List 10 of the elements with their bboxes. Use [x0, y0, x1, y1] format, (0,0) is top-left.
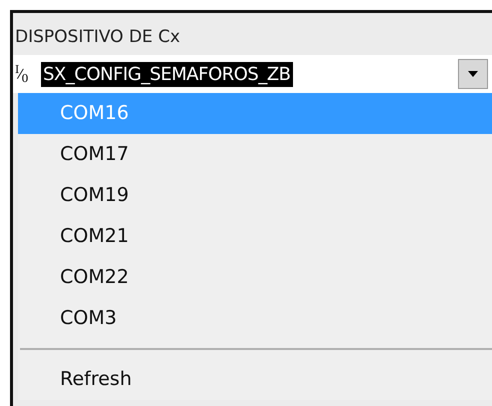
menu-item[interactable]: COM21 [18, 216, 492, 257]
menu-item[interactable]: COM22 [18, 257, 492, 298]
menu-item[interactable]: COM19 [18, 175, 492, 216]
menu-item[interactable]: COM3 [18, 298, 492, 339]
dropdown-button[interactable] [458, 59, 488, 89]
menu-item[interactable]: COM17 [18, 134, 492, 175]
control-label: DISPOSITIVO DE Cx [14, 26, 182, 49]
menu-item[interactable]: Refresh [18, 359, 492, 400]
caret-icon [467, 70, 479, 78]
io-glyph: $^{I}$⁄$_{0}$ [14, 63, 30, 85]
